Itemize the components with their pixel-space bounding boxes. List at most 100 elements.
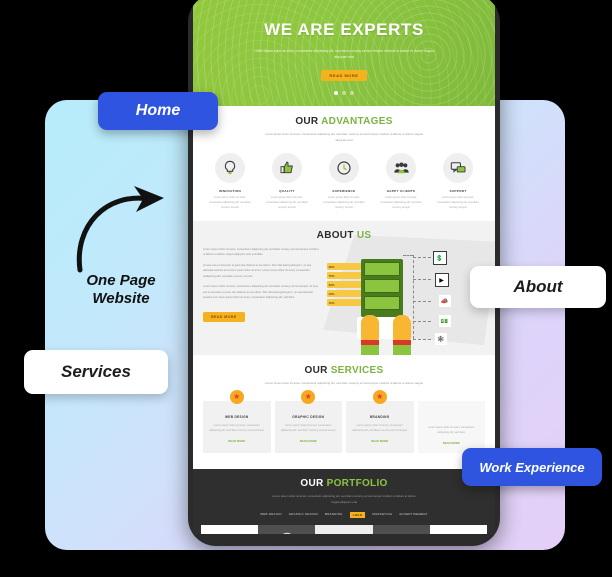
phone-mockup: WE ARE EXPERTS Lorem ipsum dolor sit ame… [188,0,500,546]
portfolio-tab-web-design[interactable]: WEB DESIGN [260,512,281,518]
advantage-item-happy-clients[interactable]: HAPPY CLIENTS Lorem ipsum dolor sit amet… [378,153,424,211]
clock-icon [329,153,359,184]
about-title: ABOUT US [193,230,495,241]
services-section: OUR SERVICES Lorem ipsum dolor sit amet,… [193,355,495,470]
advantage-item-support[interactable]: SUPPORT Lorem ipsum dolor sit amet, cons… [435,153,481,211]
lightbulb-icon [215,153,245,184]
about-illustration: 90% 75% 63% 40% 15% 💲 ▶ 📣 💵 🕸 [321,247,485,356]
callout-home-label: Home [135,102,181,119]
service-name: GRAPHIC DESIGN [292,414,325,419]
portfolio-tab-advertisement[interactable]: ADVERTISEMENT [399,512,427,518]
service-read-more-link[interactable]: READ MORE [352,439,408,443]
hero-read-more-button[interactable]: READ MORE [320,69,368,81]
service-read-more-link[interactable]: READ MORE [209,439,265,443]
services-list: ★ WEB DESIGN Lorem ipsum dolor sit amet,… [193,387,495,463]
about-paragraph: Lorem ipsum dolor sit amet, consectetur … [203,285,319,299]
server-rack [363,296,400,311]
callout-work-experience[interactable]: Work Experience [462,448,602,486]
portfolio-section: OUR PORTFOLIO Lorem ipsum dolor sit amet… [193,469,495,534]
portfolio-tab-graphic-design[interactable]: GRAPHIC DESIGN [289,512,318,518]
portfolio-item-social-tree[interactable]: SOCIAL TREE social network [258,525,316,534]
portfolio-title-dark: OUR [300,478,324,490]
advantage-item-innovation[interactable]: INNOVATION Lorem ipsum dolor sit amet, c… [207,153,253,211]
about-server-graphic [360,259,403,318]
portfolio-tab-marketing[interactable]: MARKETING [372,512,392,518]
service-read-more-link[interactable]: READ MORE [281,439,337,443]
callout-about-label: About [513,277,563,296]
about-read-more-button[interactable]: READ MORE [203,312,245,323]
hero-section: WE ARE EXPERTS Lorem ipsum dolor sit ame… [193,0,495,106]
about-paragraph: At vero eos et accusam et justo duo dolo… [203,263,312,278]
thumbs-up-icon [272,153,302,184]
about-bar-value: 75% [328,273,335,278]
callout-services[interactable]: Services [24,350,168,394]
phone-screen: WE ARE EXPERTS Lorem ipsum dolor sit ame… [193,0,495,534]
service-card-branding[interactable]: ★ BRANDING Lorem ipsum dolor sit amet, c… [346,389,414,454]
service-read-more-link[interactable]: READ MORE [424,441,480,445]
about-paragraph: Lorem ipsum dolor sit amet, consectetur … [203,248,319,257]
chat-bubbles-icon [443,153,473,184]
hero-carousel-dots[interactable] [193,90,495,95]
screenshot-root: One Page Website WE ARE EXPERTS Lorem ip… [0,0,612,577]
advantage-name: QUALITY [279,189,295,194]
advantage-text: Lorem ipsum dolor sit amet, consectetur … [266,196,308,210]
callout-about[interactable]: About [470,266,606,308]
callout-work-experience-label: Work Experience [479,459,585,475]
service-name: BRANDING [369,414,390,419]
video-icon: ▶ [434,273,449,288]
about-bar-value: 15% [328,300,335,305]
carousel-dot-1[interactable] [334,90,338,95]
carousel-dot-3[interactable] [350,90,354,95]
about-bar: 63% [326,281,361,289]
about-bar: 90% [326,263,361,271]
server-rack [363,279,400,294]
horse-icon [216,533,244,534]
service-name: WEB DESIGN [224,414,249,419]
one-page-website-line2: Website [92,289,150,307]
advantage-text: Lorem ipsum dolor sit amet, consectetur … [380,196,422,210]
service-text: Lorem ipsum dolor sit amet, consectetur … [209,423,265,432]
about-hand-right-icon [392,315,411,356]
services-title: OUR SERVICES [193,365,495,376]
portfolio-item-rhino-group[interactable]: RHINO GROUP strong and stable [429,525,487,534]
portfolio-title-green: PORTFOLIO [326,478,388,490]
portfolio-tab-logo[interactable]: LOGO [349,512,366,519]
about-bar: 15% [326,299,361,307]
star-icon: ★ [372,389,387,404]
advantage-text: Lorem ipsum dolor sit amet, consectetur … [437,196,479,210]
curved-arrow-icon [72,182,184,274]
advantages-list: INNOVATION Lorem ipsum dolor sit amet, c… [193,143,495,215]
portfolio-item-team-success[interactable]: TEAM SUCCESS together we grow [372,525,430,534]
star-icon: ★ [229,389,244,404]
portfolio-item-horse[interactable]: HORSE creative design studio [201,525,259,534]
callout-home[interactable]: Home [98,92,218,130]
server-rack [363,262,400,277]
about-bar-value: 40% [328,291,335,296]
advantage-item-experience[interactable]: EXPERIENCE Lorem ipsum dolor sit amet, c… [321,153,367,211]
service-text: Lorem ipsum dolor sit amet, consectetur … [352,423,408,432]
carousel-dot-2[interactable] [342,90,346,95]
megaphone-icon: 📣 [438,295,451,308]
about-hand-left-icon [360,315,379,356]
portfolio-item-creative-brain[interactable]: CREATIVE BRAIN ideas factory [315,525,373,534]
advantage-text: Lorem ipsum dolor sit amet, consectetur … [209,196,251,210]
portfolio-subtitle: Lorem ipsum dolor sit amet, consectetur … [272,494,416,504]
portfolio-grid: HORSE creative design studio SOCIAL TREE… [193,525,495,534]
star-icon: ★ [301,389,316,404]
portfolio-title: OUR PORTFOLIO [193,478,495,489]
service-text: Lorem ipsum dolor sit amet, consectetur … [280,423,336,432]
portfolio-filter-tabs[interactable]: WEB DESIGN GRAPHIC DESIGN BRANDING LOGO … [193,512,495,519]
portfolio-tab-branding[interactable]: BRANDING [325,512,343,518]
about-title-dark: ABOUT [316,230,354,242]
service-card-web-design[interactable]: ★ WEB DESIGN Lorem ipsum dolor sit amet,… [203,389,271,454]
advantage-name: HAPPY CLIENTS [386,189,416,194]
service-card-graphic-design[interactable]: ★ GRAPHIC DESIGN Lorem ipsum dolor sit a… [274,389,342,454]
advantages-title-dark: OUR [295,116,319,127]
service-card-partial[interactable]: Lorem ipsum dolor sit amet, consectetur … [417,400,485,454]
about-title-green: US [356,230,372,242]
advantage-name: EXPERIENCE [332,189,356,194]
advantage-item-quality[interactable]: QUALITY Lorem ipsum dolor sit amet, cons… [264,153,310,211]
services-title-dark: OUR [304,365,328,377]
money-icon: 💲 [432,251,447,266]
about-bar-value: 63% [328,282,335,287]
